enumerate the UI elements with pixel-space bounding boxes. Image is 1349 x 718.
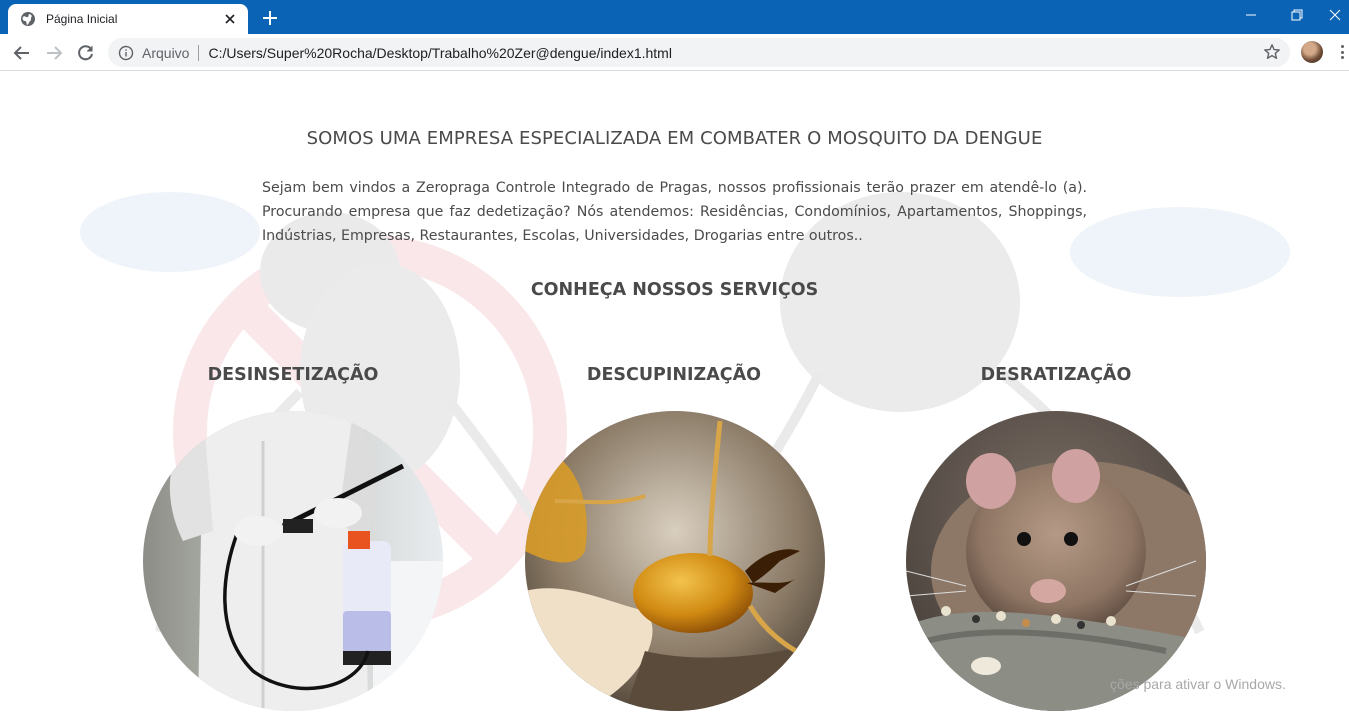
tab-title: Página Inicial (46, 12, 118, 26)
profile-avatar[interactable] (1301, 41, 1323, 63)
services-heading: CONHEÇA NOSSOS SERVIÇOS (530, 280, 819, 300)
url-text[interactable]: C:/Users/Super%20Rocha/Desktop/Trabalho%… (208, 45, 672, 61)
rat-photo[interactable] (906, 411, 1206, 711)
scheme-label: Arquivo (142, 44, 190, 61)
page-headline: SOMOS UMA EMPRESA ESPECIALIZADA EM COMBA… (306, 128, 1043, 149)
worker-spraying-photo[interactable] (143, 411, 443, 711)
arrow-right-icon[interactable] (40, 39, 68, 67)
star-icon[interactable] (1262, 42, 1282, 62)
reload-icon[interactable] (72, 39, 100, 67)
browser-tab[interactable]: Página Inicial (8, 4, 248, 34)
browser-toolbar: Arquivo C:/Users/Super%20Rocha/Desktop/T… (0, 34, 1349, 71)
close-icon[interactable] (222, 11, 238, 27)
service-title-desratizacao: DESRATIZAÇÃO (980, 365, 1132, 385)
service-title-desinsetizacao: DESINSETIZAÇÃO (207, 365, 379, 385)
service-title-descupinizacao: DESCUPINIZAÇÃO (586, 365, 762, 385)
intro-paragraph: Sejam bem vindos a Zeropraga Controle In… (262, 180, 1087, 244)
minimize-button[interactable] (1228, 0, 1274, 30)
globe-icon (20, 11, 36, 27)
address-bar[interactable]: Arquivo C:/Users/Super%20Rocha/Desktop/T… (108, 38, 1290, 67)
kebab-menu-icon[interactable] (1336, 43, 1348, 61)
info-icon[interactable] (118, 45, 134, 61)
arrow-left-icon[interactable] (8, 39, 36, 67)
page-content: SOMOS UMA EMPRESA ESPECIALIZADA EM COMBA… (0, 72, 1349, 718)
windows-activation-watermark: ções para ativar o Windows. (1110, 676, 1286, 692)
termite-photo[interactable] (525, 411, 825, 711)
browser-titlebar: Página Inicial (0, 0, 1349, 34)
address-divider (198, 44, 200, 61)
window-close-button[interactable] (1320, 0, 1349, 30)
restore-button[interactable] (1274, 0, 1320, 30)
plus-icon[interactable] (258, 6, 282, 30)
